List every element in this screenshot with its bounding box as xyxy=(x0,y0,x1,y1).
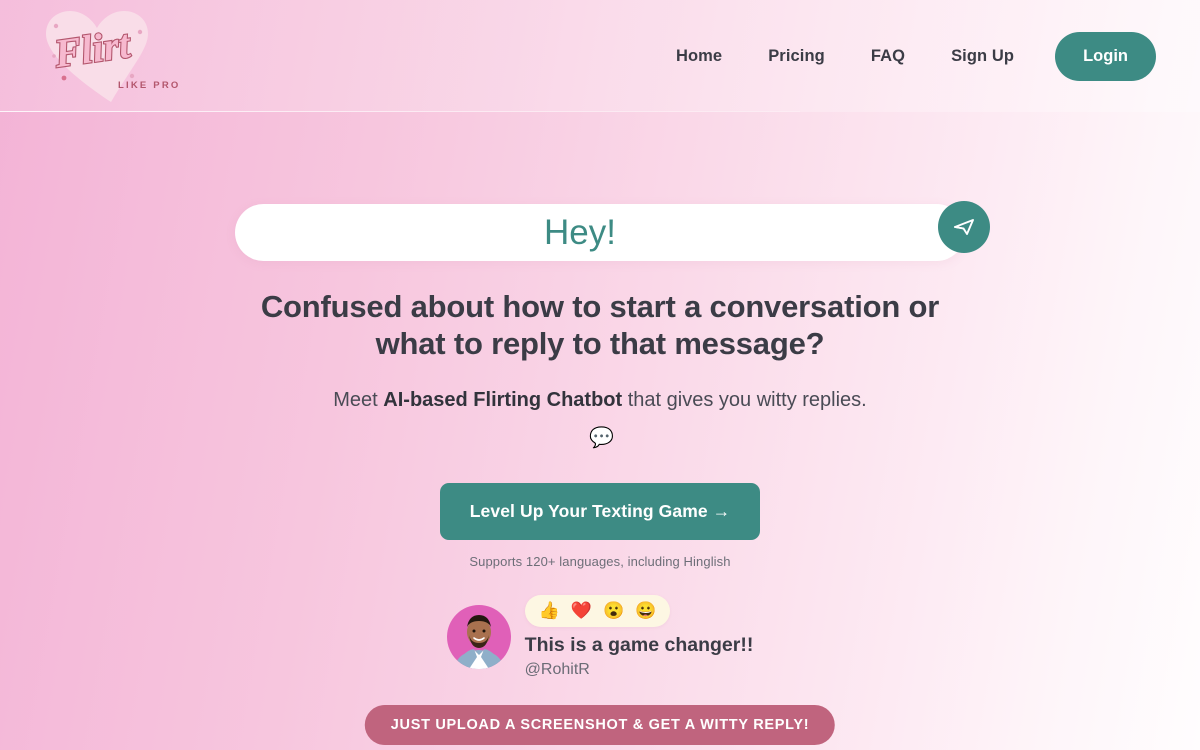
reaction-pill[interactable]: 👍 ❤️ 😮 😀 xyxy=(524,595,671,628)
reaction-thumbsup-icon[interactable]: 👍 xyxy=(539,599,560,623)
site-header: Flirt LIKE PRO Home Pricing FAQ Sign Up … xyxy=(0,0,1200,112)
user-avatar-image xyxy=(446,604,511,669)
reaction-smile-icon[interactable]: 😀 xyxy=(635,599,656,623)
avatar xyxy=(446,604,511,669)
testimonial-quote: This is a game changer!! xyxy=(524,634,754,657)
testimonial-handle: @RohitR xyxy=(524,660,590,678)
heart-logo-icon: Flirt xyxy=(46,11,148,102)
page-title: Confused about how to start a conversati… xyxy=(260,289,940,361)
send-button[interactable] xyxy=(938,201,990,253)
upload-screenshot-banner[interactable]: JUST UPLOAD A SCREENSHOT & GET A WITTY R… xyxy=(364,705,836,745)
hero-section: Confused about how to start a conversati… xyxy=(0,112,1200,750)
nav-link-home[interactable]: Home xyxy=(653,37,745,76)
subhead-prefix: Meet xyxy=(333,389,384,412)
nav-link-faq[interactable]: FAQ xyxy=(848,37,928,76)
subhead-suffix: that gives you witty replies. xyxy=(622,389,867,412)
cta-subtext: Supports 120+ languages, including Hingl… xyxy=(469,554,731,570)
cta-button[interactable]: Level Up Your Texting Game → xyxy=(439,483,761,541)
send-paper-plane-icon xyxy=(954,219,974,235)
subhead-highlight: AI-based Flirting Chatbot xyxy=(383,389,623,412)
main-navigation: Home Pricing FAQ Sign Up Login xyxy=(653,31,1156,81)
reaction-heart-icon[interactable]: ❤️ xyxy=(571,599,592,623)
login-button[interactable]: Login xyxy=(1055,31,1156,81)
brand-tagline: LIKE PRO xyxy=(118,80,181,91)
chat-input-row xyxy=(235,201,990,261)
reaction-wow-icon[interactable]: 😮 xyxy=(603,599,624,623)
nav-link-pricing[interactable]: Pricing xyxy=(745,37,848,76)
chat-input[interactable] xyxy=(235,204,965,261)
testimonial-body: 👍 ❤️ 😮 😀 This is a game changer!! @Rohit… xyxy=(524,595,754,678)
testimonial: 👍 ❤️ 😮 😀 This is a game changer!! @Rohit… xyxy=(446,595,754,678)
nav-link-signup[interactable]: Sign Up xyxy=(928,37,1037,76)
brand-logo[interactable]: Flirt LIKE PRO xyxy=(36,6,186,106)
hero-subheading: Meet AI-based Flirting Chatbot that give… xyxy=(320,384,880,455)
speech-balloon-icon: 💬 xyxy=(589,426,614,449)
